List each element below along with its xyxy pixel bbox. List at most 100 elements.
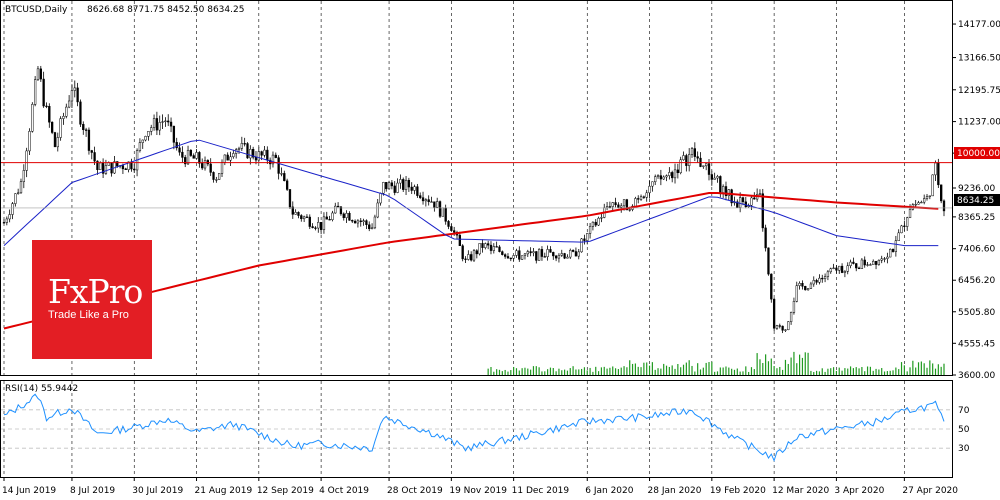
candle-body [427,199,430,203]
candle-body [59,118,62,138]
time-tick-label: 30 Jul 2019 [132,486,183,496]
candle-body [169,121,173,127]
candle-body [583,238,586,241]
candle-body [883,258,886,260]
candle-body [215,179,218,181]
candle-body [317,222,320,229]
candle-body [283,173,286,182]
candle-body [586,233,589,241]
candle-body [908,209,912,219]
candle-body [690,148,694,155]
candle-body [305,216,309,218]
candle-body [758,193,762,195]
candle-body [433,201,436,208]
candle-body [772,298,776,329]
candle-body [387,182,391,190]
candle-body [373,216,377,229]
candle-body [738,197,742,208]
candle-body [832,267,835,269]
price-tick-label: 11237.00 [958,118,1000,128]
candle-body [144,136,147,141]
candle-body [90,150,93,153]
candle-body [334,205,337,214]
candle-body [19,181,23,194]
candle-body [155,118,159,131]
candle-body [753,197,756,200]
candle-body [319,222,323,230]
candle-body [515,250,518,256]
candle-body [923,198,926,203]
candle-body [195,152,198,159]
candle-body [48,106,51,123]
rsi-line [3,393,945,463]
candle-body [764,227,767,249]
candle-body [56,137,59,148]
candle-body [928,195,931,197]
time-tick-label: 6 Jan 2020 [585,486,633,496]
candle-body [133,168,136,171]
candle-body [931,174,934,197]
candle-body [668,172,671,176]
candle-body [464,258,467,260]
candle-body [189,149,193,156]
candle-body [22,170,25,182]
candle-body [591,221,595,227]
candle-body [818,277,821,283]
candle-body [597,217,600,226]
candle-body [172,125,176,143]
candle-body [937,162,940,186]
candle-body [84,129,88,131]
candle-body [167,120,170,123]
candle-body [840,265,844,273]
candle-body [925,196,929,199]
candle-body [82,124,85,131]
candle-body [104,165,108,174]
rsi-label: RSI(14) 55.9442 [5,384,78,394]
candle-body [42,78,45,107]
candle-body [719,176,722,193]
candle-body [331,212,334,221]
candle-body [300,215,303,220]
candle-body [866,264,869,266]
candle-body [359,220,362,222]
candle-body [784,329,787,331]
candle-body [857,267,861,270]
candle-body [705,163,708,167]
candle-body [421,197,425,202]
candle-body [201,163,204,169]
candle-body [532,251,535,254]
time-tick-label: 12 Mar 2020 [772,486,829,496]
candle-body [342,213,345,219]
candle-body [611,202,614,207]
price-tick-label: 7406.60 [958,245,995,255]
candle-body [710,174,713,180]
candle-body [750,197,753,206]
candle-body [495,246,498,248]
candle-body [285,180,289,190]
candle-body [436,201,439,208]
candle-body [379,192,382,204]
candle-body [53,132,57,148]
candle-body [288,189,292,208]
candle-body [877,260,881,265]
grid-lines [1,1,952,477]
candle-body [266,149,269,161]
candle-body [886,256,889,259]
candle-body [775,325,779,329]
candle-body [393,185,396,193]
candle-body [243,143,246,145]
candle-body [872,260,875,265]
candle-body [540,249,544,257]
candle-body [549,249,552,253]
candle-body [124,168,127,170]
candle-body [843,271,847,273]
candle-body [874,260,878,265]
candle-body [614,202,617,206]
candle-body [297,212,300,216]
candle-body [569,250,572,258]
candle-body [161,121,164,123]
last-price-tag: 8634.25 [957,196,994,206]
candle-body [209,163,212,173]
candle-body [665,175,668,178]
candle-body [368,224,371,230]
